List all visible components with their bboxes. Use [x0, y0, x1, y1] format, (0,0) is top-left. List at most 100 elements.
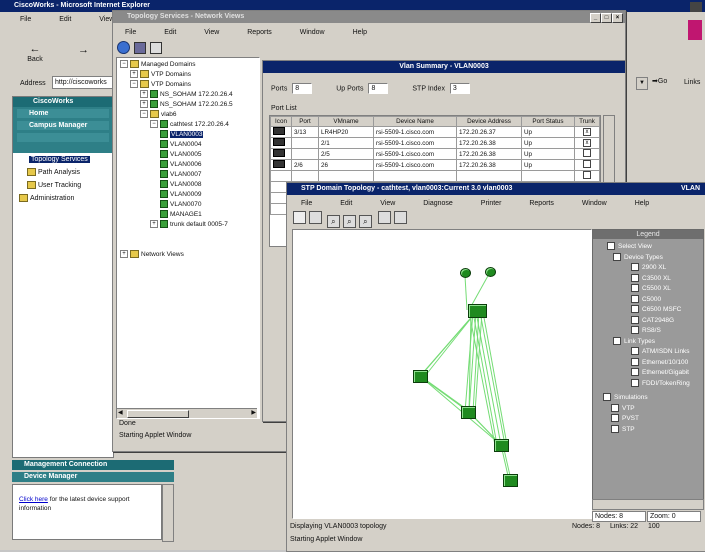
links-label[interactable]: Links	[684, 79, 700, 86]
expand-icon[interactable]: −	[120, 60, 128, 69]
close-icon[interactable]: ×	[612, 13, 623, 23]
switch-node[interactable]	[413, 370, 428, 383]
legend-group[interactable]: Select View	[607, 242, 652, 251]
switch-node[interactable]	[494, 439, 509, 452]
legend-group[interactable]: Link Types	[613, 336, 655, 346]
tree-item[interactable]: VLAN0009	[160, 190, 201, 199]
legend-checkbox[interactable]	[611, 414, 619, 423]
tree-item[interactable]: VLAN0070	[160, 200, 201, 209]
legend-checkbox[interactable]	[631, 347, 639, 356]
toolbar-open-icon[interactable]	[293, 211, 306, 224]
address-bar[interactable]: http://ciscoworks	[52, 76, 116, 89]
col-icon[interactable]: Icon	[270, 116, 292, 127]
legend-checkbox[interactable]	[631, 357, 639, 366]
expand-icon[interactable]: +	[140, 90, 148, 99]
address-dropdown[interactable]: ▼	[636, 77, 648, 90]
topology-menu-view[interactable]: View	[204, 27, 219, 38]
tree-item[interactable]: − Managed Domains	[120, 60, 196, 69]
nav-item-topology-services[interactable]: Campus Manager	[17, 133, 109, 142]
toolbar-print-icon[interactable]	[149, 42, 162, 54]
tree-horizontal-scrollbar[interactable]: ◀ ▶	[117, 408, 257, 418]
table-row[interactable]	[270, 170, 600, 182]
scroll-thumb[interactable]	[127, 410, 189, 418]
table-row[interactable]: 2/1 rsi-5509-1.cisco.com 172.20.26.38 Up x	[270, 137, 600, 149]
nav-subitem-user-tracking[interactable]: User Tracking	[27, 181, 81, 190]
legend-item[interactable]: VTP	[611, 403, 635, 413]
tree-item[interactable]: VLAN0008	[160, 180, 201, 189]
tree-item[interactable]: + Network Views	[120, 250, 184, 259]
legend-checkbox[interactable]	[611, 403, 619, 412]
nav-subitem-topology-services[interactable]: Topology Services	[27, 155, 92, 164]
left-bottom-scrollbar[interactable]	[162, 484, 174, 542]
topology-menu-edit[interactable]: Edit	[164, 27, 176, 38]
legend-checkbox[interactable]	[613, 252, 621, 261]
tree-item[interactable]: VLAN0004	[160, 140, 201, 149]
tree-item[interactable]: VLAN0006	[160, 160, 201, 169]
legend-scrollbar[interactable]	[592, 499, 704, 510]
col-device-name[interactable]: Device Name	[373, 116, 457, 127]
legend-group[interactable]: Device Types	[613, 252, 663, 262]
device-manager-header[interactable]: Device Manager	[12, 472, 174, 482]
tree-item[interactable]: + trunk default 0005-7	[150, 220, 228, 229]
tree-item[interactable]: − cathtest 172.20.26.4	[150, 120, 229, 129]
legend-item[interactable]: FDDI/TokenRing	[631, 378, 690, 388]
tree-item[interactable]: − VTP Domains	[130, 80, 191, 89]
nav-item-home[interactable]: Home	[17, 109, 109, 118]
expand-icon[interactable]: +	[140, 100, 148, 109]
tree-item[interactable]: VLAN0007	[160, 170, 201, 179]
tree-item[interactable]: − vlab6	[140, 110, 177, 119]
legend-item[interactable]: RS8/S	[631, 326, 661, 335]
legend-item[interactable]: PVST	[611, 414, 639, 423]
switch-node[interactable]	[485, 267, 496, 277]
toolbar-select-icon[interactable]	[308, 211, 322, 224]
legend-checkbox[interactable]	[631, 305, 639, 314]
expand-icon[interactable]: −	[150, 120, 158, 129]
tree-item[interactable]: MANAGE1	[160, 210, 202, 219]
stp-menu-diagnose[interactable]: Diagnose	[423, 198, 453, 209]
legend-checkbox[interactable]	[631, 263, 639, 272]
legend-item[interactable]: STP	[611, 424, 635, 434]
expand-icon[interactable]: −	[140, 110, 148, 119]
switch-node[interactable]	[460, 268, 471, 278]
toolbar-help-icon[interactable]	[393, 211, 407, 224]
browser-menu-edit[interactable]: Edit	[59, 14, 71, 25]
stp-menu-window[interactable]: Window	[582, 198, 607, 209]
management-connection-header[interactable]: Management Connection	[12, 460, 174, 470]
legend-item[interactable]: C5500 XL	[631, 284, 671, 293]
stp-menu-reports[interactable]: Reports	[529, 198, 554, 209]
legend-item[interactable]: Ethernet/10/100	[631, 357, 688, 367]
tree-item[interactable]: VLAN0003	[160, 130, 204, 139]
trunk-checkbox[interactable]	[583, 149, 591, 157]
stp-menu-view[interactable]: View	[380, 198, 395, 209]
switch-node[interactable]	[468, 304, 487, 318]
switch-node[interactable]	[461, 406, 476, 419]
trunk-checkbox[interactable]: x	[583, 139, 591, 147]
legend-checkbox[interactable]	[611, 424, 619, 433]
toolbar-globe-icon[interactable]	[117, 41, 130, 54]
col-port[interactable]: Port	[291, 116, 319, 127]
legend-checkbox[interactable]	[613, 336, 621, 345]
legend-checkbox[interactable]	[603, 393, 611, 402]
scroll-right-arrow-icon[interactable]: ▶	[251, 409, 256, 416]
col-trunk[interactable]: Trunk	[574, 116, 600, 127]
tree-item[interactable]: + NS_SOHAM 172.20.26.4	[140, 90, 233, 99]
col-port-status[interactable]: Port Status	[521, 116, 575, 127]
topology-menu-help[interactable]: Help	[353, 27, 367, 38]
legend-item[interactable]: C6500 MSFC	[631, 305, 681, 314]
legend-checkbox[interactable]	[631, 368, 639, 377]
legend-checkbox[interactable]	[631, 326, 639, 335]
table-row[interactable]: 2/6 26 rsi-5509-1.cisco.com 172.20.26.38 Up	[270, 159, 600, 171]
trunk-checkbox[interactable]: x	[583, 128, 591, 136]
legend-item[interactable]: C3500 XL	[631, 273, 671, 283]
table-row[interactable]: 3/13 LR4HP20 rsi-5509-1.cisco.com 172.20.26…	[270, 126, 600, 138]
legend-item[interactable]: 2900 XL	[631, 263, 666, 272]
legend-checkbox[interactable]	[631, 273, 639, 282]
toolbar-find-icon[interactable]	[377, 211, 391, 224]
legend-checkbox[interactable]	[631, 284, 639, 293]
switch-node[interactable]	[503, 474, 518, 487]
nav-item-campus-manager[interactable]: Campus Manager	[17, 121, 109, 130]
stp-menu-printer[interactable]: Printer	[481, 198, 502, 209]
expand-icon[interactable]: +	[150, 220, 158, 229]
forward-button[interactable]: →	[78, 44, 98, 64]
expand-icon[interactable]: −	[130, 80, 138, 89]
